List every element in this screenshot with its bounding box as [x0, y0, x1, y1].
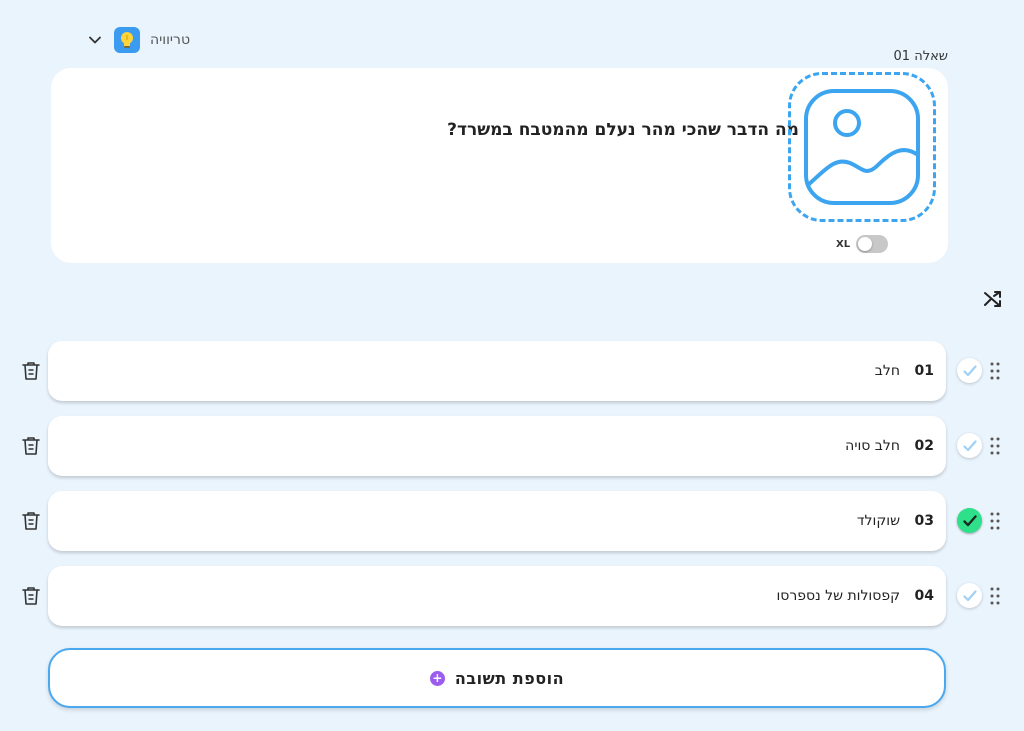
answer-number: 03	[914, 513, 934, 529]
mark-correct-button[interactable]	[957, 358, 982, 383]
plus-icon: +	[429, 670, 445, 686]
shuffle-icon	[984, 291, 1001, 307]
answer-number: 02	[914, 438, 934, 454]
answer-card[interactable]: 02 חלב סויה	[48, 416, 946, 476]
drag-handle-icon[interactable]	[989, 361, 1001, 381]
xl-toggle-row: XL	[836, 235, 889, 253]
image-upload-area[interactable]	[788, 72, 936, 222]
answer-text[interactable]: חלב סויה	[845, 438, 900, 454]
delete-answer-button[interactable]	[20, 434, 42, 458]
delete-answer-button[interactable]	[20, 359, 42, 383]
xl-label: XL	[836, 238, 851, 250]
check-icon	[962, 364, 977, 376]
check-icon	[962, 589, 977, 601]
check-icon	[962, 514, 977, 526]
add-answer-button[interactable]: הוספת תשובה +	[48, 648, 946, 708]
question-text[interactable]: מה הדבר שהכי מהר נעלם מהמטבח במשרד?	[447, 120, 799, 140]
answer-row: 03 שוקולד	[0, 491, 1024, 553]
answer-text[interactable]: שוקולד	[857, 513, 900, 529]
chevron-down-icon	[86, 31, 104, 49]
add-answer-label: הוספת תשובה	[454, 668, 565, 688]
trash-icon	[22, 437, 40, 455]
delete-answer-button[interactable]	[20, 509, 42, 533]
mark-correct-button[interactable]	[957, 433, 982, 458]
answer-number: 01	[914, 363, 934, 379]
answer-row: 04 קפסולות של נספרסו	[0, 566, 1024, 628]
answer-number: 04	[914, 588, 934, 604]
lightbulb-icon	[114, 27, 140, 53]
question-editor: טריוויה שאלה 01 מה הדבר שהכי מהר נעלם מה…	[0, 0, 1024, 731]
xl-toggle[interactable]	[856, 235, 889, 253]
image-placeholder-icon	[804, 89, 920, 205]
answer-row: 01 חלב	[0, 341, 1024, 403]
trash-icon	[22, 587, 40, 605]
mark-correct-button[interactable]	[957, 508, 982, 533]
question-type-label: טריוויה	[150, 32, 191, 48]
toggle-knob	[858, 237, 873, 251]
answer-card[interactable]: 01 חלב	[48, 341, 946, 401]
drag-handle-icon[interactable]	[989, 586, 1001, 606]
question-type-dropdown[interactable]: טריוויה	[86, 26, 190, 54]
answer-row: 02 חלב סויה	[0, 416, 1024, 478]
answer-text[interactable]: קפסולות של נספרסו	[776, 588, 900, 604]
drag-handle-icon[interactable]	[989, 511, 1001, 531]
trash-icon	[22, 362, 40, 380]
trash-icon	[22, 512, 40, 530]
shuffle-button[interactable]	[982, 288, 1004, 310]
drag-handle-icon[interactable]	[989, 436, 1001, 456]
question-number-label: שאלה 01	[893, 49, 948, 64]
delete-answer-button[interactable]	[20, 584, 42, 608]
check-icon	[962, 439, 977, 451]
mark-correct-button[interactable]	[957, 583, 982, 608]
answer-card[interactable]: 03 שוקולד	[48, 491, 946, 551]
answer-card[interactable]: 04 קפסולות של נספרסו	[48, 566, 946, 626]
answer-text[interactable]: חלב	[875, 363, 900, 379]
